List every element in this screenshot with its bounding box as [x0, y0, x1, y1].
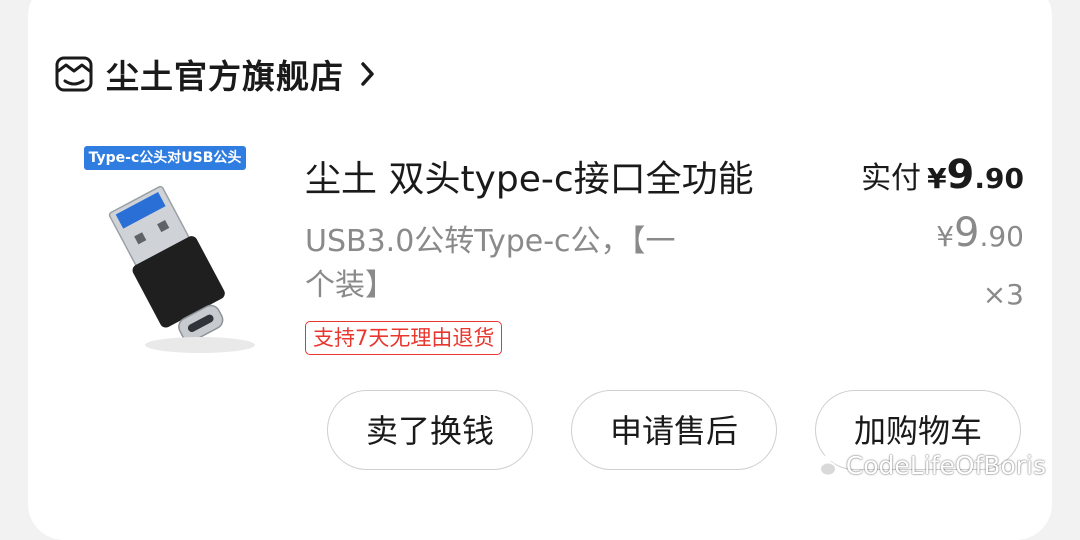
wechat-icon [810, 454, 837, 476]
watermark-text: CodeLifeOfBoris [845, 451, 1046, 480]
after-sale-button[interactable]: 申请售后 [571, 390, 777, 470]
chevron-right-icon[interactable] [358, 60, 378, 88]
paid-label: 实付 [861, 161, 922, 196]
product-spec[interactable]: USB3.0公转Type-c公，【一 个装】 [305, 220, 745, 308]
unit-price-decimal: .90 [979, 220, 1024, 253]
currency-symbol: ¥ [936, 220, 955, 253]
product-image[interactable] [80, 140, 270, 360]
product-spec-line: USB3.0公转Type-c公，【一 [305, 224, 676, 259]
product-title[interactable]: 尘土 双头type-c接口全功能 [305, 150, 754, 202]
unit-price: ¥ 9 .90 [936, 210, 1024, 256]
product-spec-line: 个装】 [305, 268, 395, 303]
quantity: ×3 [982, 278, 1024, 311]
shop-name[interactable]: 尘土官方旗舰店 [106, 50, 344, 98]
shop-header[interactable]: 尘土官方旗舰店 [54, 50, 378, 98]
currency-symbol: ¥ [927, 162, 947, 195]
paid-price: 实付 ¥ 9 .90 [861, 152, 1024, 198]
paid-price-integer: 9 [946, 152, 975, 198]
watermark: CodeLifeOfBoris [810, 451, 1046, 480]
shop-icon [55, 56, 93, 92]
paid-price-decimal: .90 [974, 162, 1024, 195]
unit-price-integer: 9 [954, 210, 980, 256]
return-policy-badge: 支持7天无理由退货 [305, 321, 503, 355]
sell-button[interactable]: 卖了换钱 [327, 390, 533, 470]
product-image-tag: Type-c公头对USB公头 [84, 146, 246, 170]
